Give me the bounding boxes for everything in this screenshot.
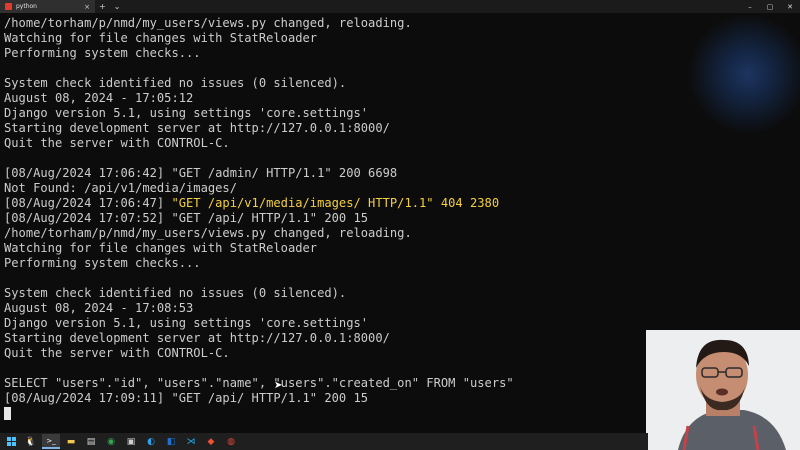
taskbar-app-git[interactable]: ◆	[202, 434, 220, 449]
webcam-overlay	[646, 330, 800, 450]
terminal-line: System check identified no issues (0 sil…	[4, 76, 514, 91]
terminal-icon: >_	[46, 436, 56, 445]
terminal-line: Watching for file changes with StatReloa…	[4, 241, 514, 256]
notes-icon: ▤	[86, 436, 96, 447]
terminal-line: Not Found: /api/v1/media/images/	[4, 181, 514, 196]
terminal-line: Starting development server at http://12…	[4, 121, 514, 136]
terminal-line-text: Performing system checks...	[4, 46, 201, 60]
close-window-button[interactable]: ✕	[780, 0, 800, 13]
taskbar-app-chrome[interactable]: ◉	[102, 434, 120, 449]
terminal-lines: /home/torham/p/nmd/my_users/views.py cha…	[4, 16, 514, 421]
terminal-line-text: Starting development server at http://12…	[4, 331, 390, 345]
windows-icon	[6, 437, 16, 446]
terminal-line: /home/torham/p/nmd/my_users/views.py cha…	[4, 16, 514, 31]
chevron-down-icon[interactable]: ⌄	[110, 0, 125, 13]
terminal-line: Quit the server with CONTROL-C.	[4, 346, 514, 361]
terminal-line-text: /home/torham/p/nmd/my_users/views.py cha…	[4, 226, 412, 240]
terminal-line: System check identified no issues (0 sil…	[4, 286, 514, 301]
mail-icon: ◧	[166, 436, 176, 447]
terminal-line-text: August 08, 2024 - 17:08:53	[4, 301, 194, 315]
terminal-line: August 08, 2024 - 17:05:12	[4, 91, 514, 106]
taskbar-app-terminal[interactable]: >_	[42, 434, 60, 449]
taskbar-app-record[interactable]: ◍	[222, 434, 240, 449]
terminal-line: Starting development server at http://12…	[4, 331, 514, 346]
terminal-line-text: Watching for file changes with StatReloa…	[4, 31, 318, 45]
terminal-line-text: Django version 5.1, using settings 'core…	[4, 316, 369, 330]
terminal-line: [08/Aug/2024 17:07:52] "GET /api/ HTTP/1…	[4, 211, 514, 226]
taskbar-app-screenshot[interactable]: ▣	[122, 434, 140, 449]
terminal-prompt-line	[4, 406, 514, 421]
minimize-button[interactable]: –	[740, 0, 760, 13]
terminal-line-text: Quit the server with CONTROL-C.	[4, 346, 230, 360]
terminal-line-text: System check identified no issues (0 sil…	[4, 76, 347, 90]
terminal-line-text: [08/Aug/2024 17:06:47]	[4, 196, 172, 210]
terminal-line-text: [08/Aug/2024 17:09:11] "GET /api/ HTTP/1…	[4, 391, 369, 405]
tab-title: python	[16, 3, 37, 10]
terminal-line: SELECT "users"."id", "users"."name", "us…	[4, 376, 514, 391]
chrome-icon: ◉	[107, 436, 115, 447]
terminal-line-text: [08/Aug/2024 17:07:52] "GET /api/ HTTP/1…	[4, 211, 369, 225]
new-tab-button[interactable]: +	[95, 0, 110, 13]
taskbar-app-explorer[interactable]: ▬	[62, 434, 80, 449]
terminal-line: Django version 5.1, using settings 'core…	[4, 106, 514, 121]
penguin-icon: 🐧	[25, 436, 37, 447]
terminal-line: [08/Aug/2024 17:06:47] "GET /api/v1/medi…	[4, 196, 514, 211]
terminal-line-text: "GET /api/v1/media/images/ HTTP/1.1" 404…	[171, 196, 500, 210]
presenter-image	[646, 330, 800, 450]
taskbar-app-notes[interactable]: ▤	[82, 434, 100, 449]
taskbar-app-outlook[interactable]: ◧	[162, 434, 180, 449]
start-button[interactable]	[2, 434, 20, 449]
terminal-line-text: SELECT "users"."id", "users"."name", "us…	[4, 376, 514, 390]
terminal-line-text: [08/Aug/2024 17:06:42] "GET /admin/ HTTP…	[4, 166, 398, 180]
terminal-line: Watching for file changes with StatReloa…	[4, 31, 514, 46]
terminal-line: August 08, 2024 - 17:08:53	[4, 301, 514, 316]
terminal-line-text: /home/torham/p/nmd/my_users/views.py cha…	[4, 16, 412, 30]
terminal-line: Quit the server with CONTROL-C.	[4, 136, 514, 151]
terminal-line: Performing system checks...	[4, 46, 514, 61]
terminal-line: /home/torham/p/nmd/my_users/views.py cha…	[4, 226, 514, 241]
camera-icon: ▣	[126, 436, 136, 447]
terminal-line: [08/Aug/2024 17:06:42] "GET /admin/ HTTP…	[4, 166, 514, 181]
terminal-line-text: Starting development server at http://12…	[4, 121, 390, 135]
tab-close-icon[interactable]: ×	[84, 3, 90, 11]
terminal-line: Performing system checks...	[4, 256, 514, 271]
python-tab-icon	[5, 3, 12, 10]
tab-python[interactable]: python ×	[0, 0, 95, 13]
title-bar-drag-area[interactable]	[124, 0, 740, 13]
title-bar: python × + ⌄ – ▢ ✕	[0, 0, 800, 13]
taskbar: 🐧 >_ ▬ ▤ ◉ ▣ ◐ ◧ ⋊ ◆ ◍	[0, 433, 648, 450]
maximize-button[interactable]: ▢	[760, 0, 780, 13]
terminal-line-text: August 08, 2024 - 17:05:12	[4, 91, 194, 105]
taskbar-app-edge[interactable]: ◐	[142, 434, 160, 449]
vscode-icon: ⋊	[186, 436, 196, 447]
edge-icon: ◐	[147, 436, 155, 447]
terminal-line-text: Not Found: /api/v1/media/images/	[4, 181, 237, 195]
terminal-line-text: System check identified no issues (0 sil…	[4, 286, 347, 300]
record-icon: ◍	[227, 436, 235, 447]
git-icon: ◆	[207, 436, 215, 447]
terminal-line: Django version 5.1, using settings 'core…	[4, 316, 514, 331]
terminal-cursor[interactable]	[4, 407, 11, 420]
folder-icon: ▬	[66, 436, 76, 447]
terminal-line-text: Performing system checks...	[4, 256, 201, 270]
terminal-line-text: Django version 5.1, using settings 'core…	[4, 106, 369, 120]
terminal-line-text: Quit the server with CONTROL-C.	[4, 136, 230, 150]
terminal-line: [08/Aug/2024 17:09:11] "GET /api/ HTTP/1…	[4, 391, 514, 406]
taskbar-app-vscode[interactable]: ⋊	[182, 434, 200, 449]
mouse-pointer-icon: ➤	[274, 380, 283, 391]
taskbar-app-linux[interactable]: 🐧	[22, 434, 40, 449]
terminal-line-text: Watching for file changes with StatReloa…	[4, 241, 318, 255]
